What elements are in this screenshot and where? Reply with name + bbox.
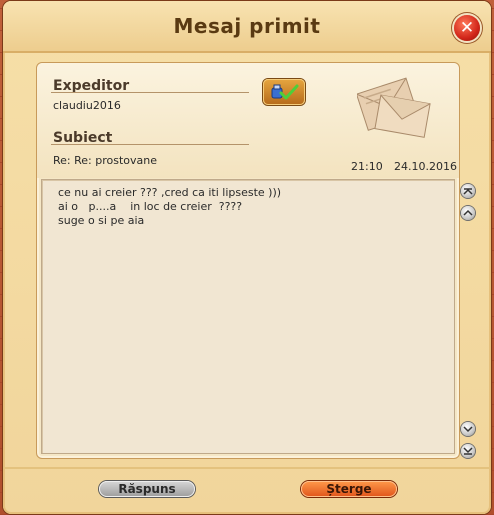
message-line: ai o p....a in loc de creier ???? bbox=[58, 200, 243, 213]
scroll-bottom-icon bbox=[463, 447, 473, 455]
message-body: ce nu ai creier ??? ,cred ca iti lipsest… bbox=[41, 179, 455, 454]
message-card: Expeditor claudiu2016 Subiect Re: Re: pr… bbox=[36, 62, 460, 459]
close-icon: ✕ bbox=[459, 18, 475, 38]
chevron-down-icon bbox=[463, 426, 473, 433]
delete-button[interactable]: Șterge bbox=[301, 481, 397, 497]
subject-value: Re: Re: prostovane bbox=[53, 154, 157, 167]
message-line: ce nu ai creier ??? ,cred ca iti lipsest… bbox=[58, 186, 282, 199]
compose-icon bbox=[271, 84, 299, 100]
message-time: 21:10 bbox=[351, 160, 383, 173]
scroll-up-button[interactable] bbox=[461, 206, 475, 220]
window-title: Mesaj primit bbox=[173, 14, 321, 38]
message-window: Mesaj primit ✕ Expeditor claudiu2016 Sub… bbox=[3, 1, 491, 514]
scroll-down-button[interactable] bbox=[461, 422, 475, 436]
scroll-top-button[interactable] bbox=[461, 184, 475, 198]
chevron-up-icon bbox=[463, 209, 473, 216]
message-line: suge o si pe aia bbox=[58, 214, 145, 227]
close-button[interactable]: ✕ bbox=[454, 15, 480, 41]
sender-value[interactable]: claudiu2016 bbox=[53, 99, 121, 112]
sender-divider bbox=[51, 92, 249, 93]
message-text: ce nu ai creier ??? ,cred ca iti lipsest… bbox=[58, 186, 281, 228]
compose-button[interactable] bbox=[263, 79, 305, 105]
scroll-bottom-button[interactable] bbox=[461, 444, 475, 458]
message-header: Expeditor claudiu2016 Subiect Re: Re: pr… bbox=[37, 63, 459, 178]
subject-divider bbox=[51, 144, 249, 145]
message-date: 24.10.2016 bbox=[394, 160, 457, 173]
envelope-icon bbox=[357, 77, 431, 138]
scroll-top-icon bbox=[463, 188, 473, 195]
title-bar: Mesaj primit ✕ bbox=[3, 1, 491, 53]
reply-button[interactable]: Răspuns bbox=[99, 481, 195, 497]
footer-divider bbox=[3, 467, 491, 469]
